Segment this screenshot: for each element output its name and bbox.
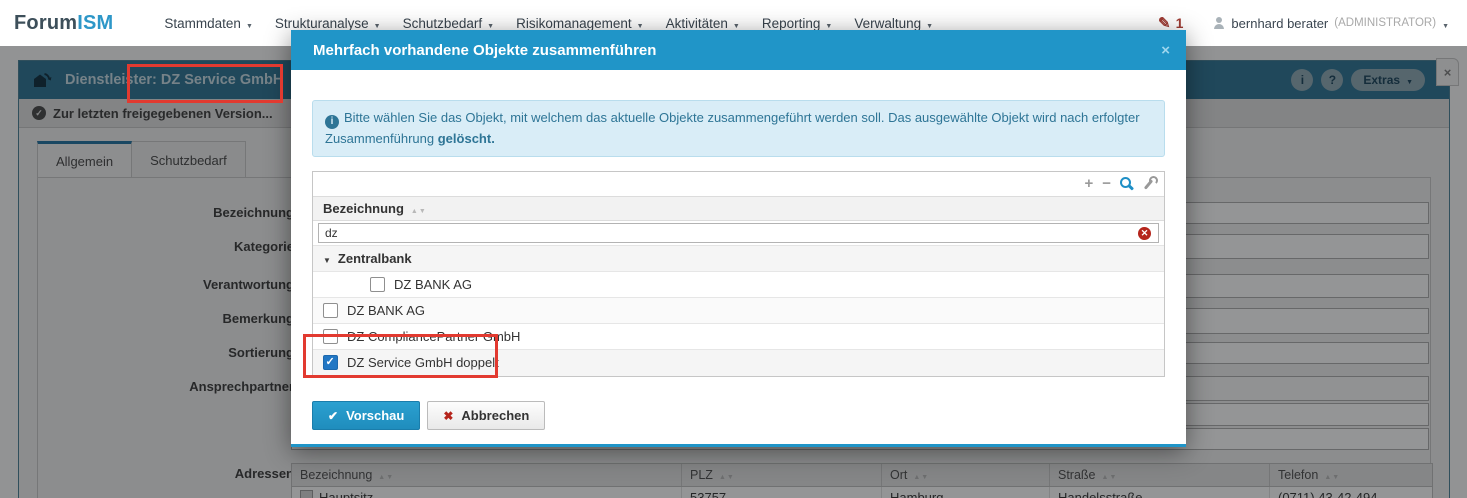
app-screen: ForumISM Stammdaten Strukturanalyse Schu… (0, 0, 1467, 498)
chevron-down-icon (825, 16, 832, 31)
clear-filter-icon[interactable] (1138, 227, 1151, 240)
info-icon (325, 115, 339, 129)
dialog-header: Mehrfach vorhandene Objekte zusammenführ… (291, 30, 1186, 70)
dialog-title: Mehrfach vorhandene Objekte zusammenführ… (313, 42, 656, 59)
cancel-button[interactable]: Abbrechen (427, 401, 545, 430)
collapse-caret-icon (323, 251, 331, 266)
dialog-body: Bitte wählen Sie das Objekt, mit welchem… (291, 70, 1186, 444)
filter-input[interactable] (318, 223, 1159, 243)
check-icon (328, 408, 338, 423)
person-icon (1213, 17, 1225, 29)
collapse-all-icon[interactable]: − (1102, 176, 1111, 191)
app-logo[interactable]: ForumISM (14, 12, 113, 35)
checkbox-checked[interactable] (323, 355, 338, 370)
checkbox[interactable] (323, 303, 338, 318)
object-list: + − Bezeichnung Zentralbank (312, 171, 1165, 377)
wrench-icon[interactable] (1142, 177, 1155, 190)
chevron-down-icon (1442, 16, 1449, 31)
info-alert-bold-text: gelöscht. (438, 131, 495, 146)
list-item-label: DZ BANK AG (347, 303, 425, 318)
list-item-label: DZ CompliancePartner GmbH (347, 329, 520, 344)
chevron-down-icon (926, 16, 933, 31)
chevron-down-icon (246, 16, 253, 31)
chevron-down-icon (487, 16, 494, 31)
group-label: Zentralbank (338, 251, 412, 266)
x-icon (443, 408, 453, 423)
search-icon[interactable] (1120, 177, 1133, 190)
list-item[interactable]: DZ BANK AG (313, 298, 1164, 324)
checkbox[interactable] (323, 329, 338, 344)
sort-icon (411, 201, 427, 216)
list-toolbar: + − (313, 172, 1164, 196)
logo-part-ism: ISM (77, 12, 113, 34)
chevron-down-icon (637, 16, 644, 31)
chevron-down-icon (733, 16, 740, 31)
chevron-down-icon (374, 16, 381, 31)
user-menu[interactable]: bernhard berater (ADMINISTRATOR) (1213, 16, 1449, 31)
user-name: bernhard berater (1231, 16, 1328, 31)
nav-right-area: 1 bernhard berater (ADMINISTRATOR) (1158, 14, 1449, 32)
close-icon[interactable]: × (1161, 42, 1170, 59)
list-item[interactable]: DZ CompliancePartner GmbH (313, 324, 1164, 350)
checkbox[interactable] (370, 277, 385, 292)
preview-button[interactable]: Vorschau (312, 401, 420, 430)
edit-count: 1 (1176, 15, 1184, 31)
logo-part-forum: Forum (14, 12, 77, 34)
expand-all-icon[interactable]: + (1084, 176, 1093, 191)
filter-row (313, 221, 1164, 246)
group-row-zentralbank[interactable]: Zentralbank (313, 246, 1164, 272)
list-item-selected[interactable]: DZ Service GmbH doppelt (313, 350, 1164, 376)
list-item-label: DZ Service GmbH doppelt (347, 355, 499, 370)
merge-objects-dialog: Mehrfach vorhandene Objekte zusammenführ… (291, 30, 1186, 447)
list-item[interactable]: DZ BANK AG (313, 272, 1164, 298)
menu-item-stammdaten[interactable]: Stammdaten (153, 10, 263, 37)
list-column-header[interactable]: Bezeichnung (313, 196, 1164, 221)
info-alert: Bitte wählen Sie das Objekt, mit welchem… (312, 100, 1165, 157)
list-item-label: DZ BANK AG (394, 277, 472, 292)
user-role: (ADMINISTRATOR) (1334, 17, 1436, 29)
dialog-buttons: Vorschau Abbrechen (312, 401, 545, 430)
